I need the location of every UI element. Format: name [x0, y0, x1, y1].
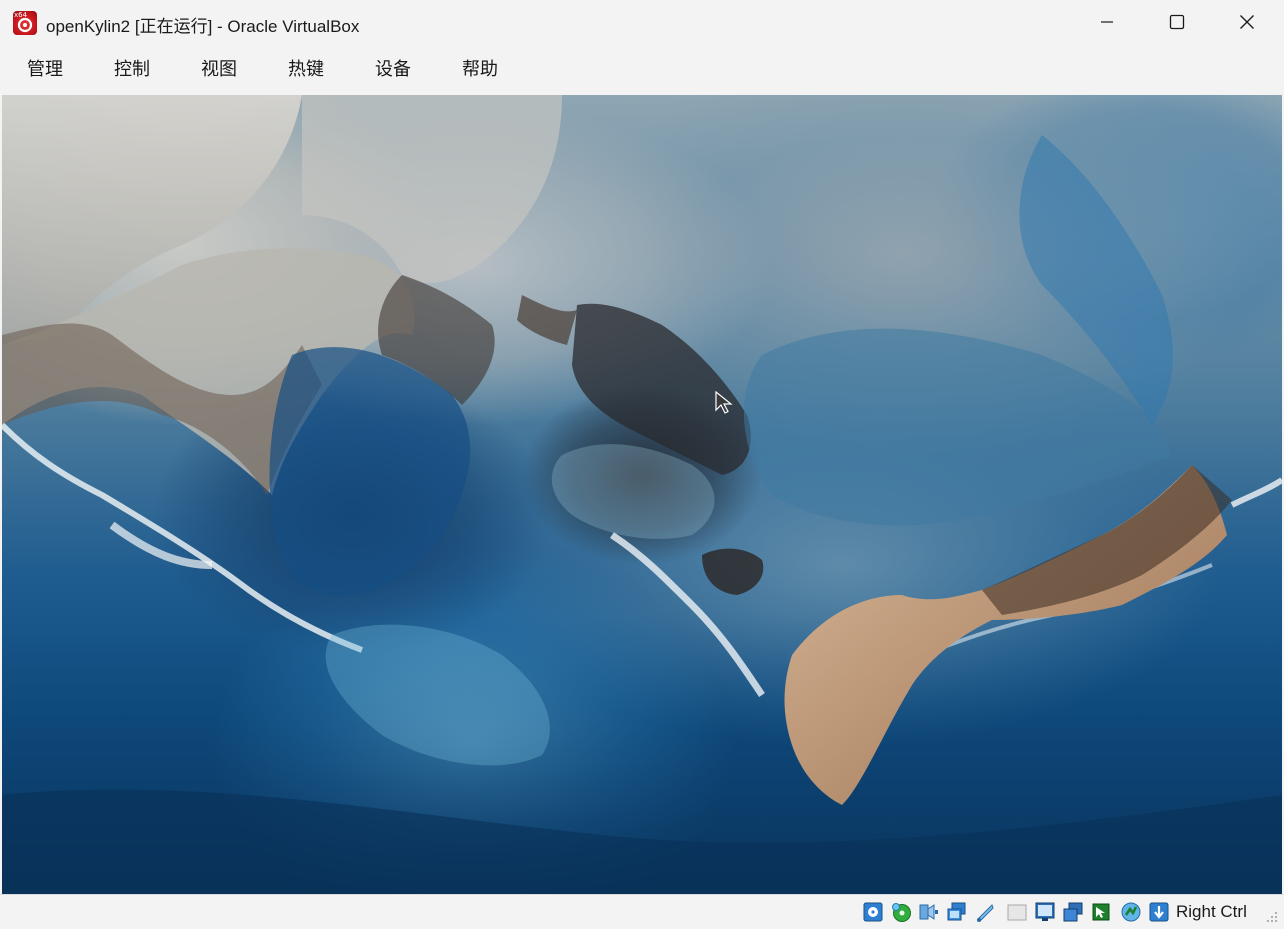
shared-folders-icon[interactable] — [1006, 901, 1028, 923]
close-icon — [1240, 15, 1254, 29]
vm-display[interactable] — [2, 95, 1282, 894]
host-key-label: Right Ctrl — [1176, 902, 1247, 921]
maximize-button[interactable] — [1142, 0, 1212, 44]
status-bar: Right Ctrl — [0, 894, 1284, 929]
network-icon[interactable] — [946, 901, 968, 923]
menu-manage[interactable]: 管理 — [27, 57, 63, 81]
virtualbox-window: x64 openKylin2 [正在运行] - Oracle VirtualBo… — [0, 0, 1284, 929]
menu-hotkeys[interactable]: 热键 — [288, 57, 324, 81]
mouse-cursor-icon — [715, 391, 733, 414]
usb-icon[interactable] — [974, 901, 996, 923]
menu-bar: 管理 控制 视图 热键 设备 帮助 — [0, 44, 1284, 94]
mouse-integration-icon[interactable] — [1090, 901, 1112, 923]
kylin-logo-icon — [17, 17, 33, 33]
keyboard-capture-icon[interactable] — [1148, 901, 1170, 923]
virtualbox-vm-icon[interactable]: x64 — [13, 11, 37, 35]
menu-help[interactable]: 帮助 — [462, 57, 498, 81]
recording-icon[interactable] — [1062, 901, 1084, 923]
menu-devices[interactable]: 设备 — [375, 57, 411, 81]
minimize-icon — [1101, 21, 1113, 23]
menu-view[interactable]: 视图 — [201, 57, 237, 81]
optical-drive-icon[interactable] — [890, 901, 912, 923]
desktop-wallpaper — [2, 95, 1282, 894]
menu-control[interactable]: 控制 — [114, 57, 150, 81]
hard-disk-icon[interactable] — [862, 901, 884, 923]
maximize-icon — [1169, 14, 1185, 30]
cpu-activity-icon[interactable] — [1120, 901, 1142, 923]
close-button[interactable] — [1212, 0, 1282, 44]
display-icon[interactable] — [1034, 901, 1056, 923]
window-title: openKylin2 [正在运行] - Oracle VirtualBox — [46, 17, 360, 36]
title-bar[interactable]: x64 openKylin2 [正在运行] - Oracle VirtualBo… — [0, 0, 1284, 44]
audio-icon[interactable] — [918, 901, 940, 923]
resize-grip-icon[interactable] — [1266, 911, 1278, 923]
minimize-button[interactable] — [1072, 0, 1142, 44]
